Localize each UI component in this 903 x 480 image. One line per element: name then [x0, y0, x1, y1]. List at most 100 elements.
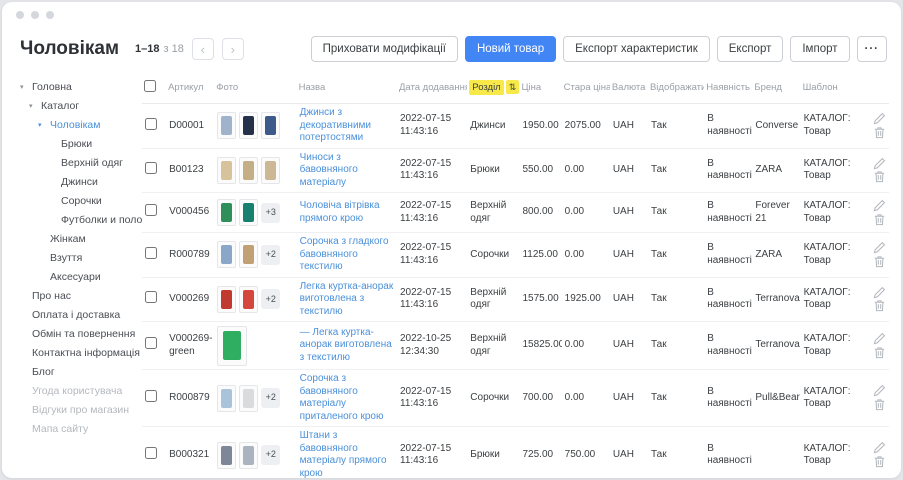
sidebar-item-label: Каталог — [41, 97, 79, 116]
sidebar-item[interactable]: Сорочки — [20, 192, 142, 211]
column-header[interactable]: Відображати — [648, 72, 704, 104]
sidebar-item[interactable]: Мапа сайту — [20, 420, 142, 439]
export-button[interactable]: Експорт — [717, 36, 784, 62]
sidebar-item[interactable]: ▾ Чоловікам — [20, 116, 142, 135]
row-checkbox[interactable] — [145, 390, 157, 402]
availability-value: В наявності — [707, 158, 752, 182]
more-photos-badge[interactable]: +2 — [261, 289, 280, 309]
sidebar-item-label: Жінкам — [50, 230, 86, 249]
window-dot — [31, 11, 39, 19]
trash-icon — [873, 170, 886, 183]
delete-button[interactable] — [873, 213, 886, 226]
edit-button[interactable] — [873, 332, 886, 345]
price-value: 1575.00 — [522, 293, 558, 304]
delete-button[interactable] — [873, 170, 886, 183]
sidebar-item[interactable]: Жінкам — [20, 230, 142, 249]
more-actions-button[interactable]: ··· — [857, 36, 888, 62]
delete-button[interactable] — [873, 455, 886, 468]
edit-button[interactable] — [873, 241, 886, 254]
more-photos-badge[interactable]: +2 — [261, 445, 280, 465]
product-photo — [217, 326, 247, 366]
old-price-value: 0.00 — [565, 164, 584, 175]
sidebar-item[interactable]: ▾ Каталог — [20, 97, 142, 116]
row-checkbox[interactable] — [145, 204, 157, 216]
delete-button[interactable] — [873, 299, 886, 312]
sidebar-item[interactable]: Взуття — [20, 249, 142, 268]
more-photos-badge[interactable]: +3 — [261, 203, 280, 223]
currency-value: UAH — [613, 339, 634, 350]
button-label: Приховати модифікації — [323, 43, 446, 55]
column-header[interactable]: Стара ціна — [562, 72, 610, 104]
display-value: Так — [651, 164, 667, 175]
sidebar-item[interactable]: ▾ Головна — [20, 78, 142, 97]
sort-icon[interactable]: ⇅ — [506, 80, 520, 94]
product-name-link[interactable]: Джинси з декоративними потертостями — [300, 107, 394, 145]
select-all-checkbox[interactable] — [144, 80, 156, 92]
product-name-link[interactable]: — Легка куртка-анорак виготовлена з текс… — [300, 327, 394, 365]
edit-button[interactable] — [873, 199, 886, 212]
sidebar-item[interactable]: Аксесуари — [20, 268, 142, 287]
product-name-link[interactable]: Чиноси з бавовняного матеріалу — [300, 152, 394, 190]
sidebar-item[interactable]: Джинси — [20, 173, 142, 192]
product-name-link[interactable]: Легка куртка-анорак виготовлена з тексти… — [300, 281, 394, 319]
delete-button[interactable] — [873, 398, 886, 411]
delete-button[interactable] — [873, 346, 886, 359]
pencil-icon — [873, 241, 886, 254]
sidebar-item[interactable]: Оплата і доставка — [20, 306, 142, 325]
product-photo — [217, 199, 236, 226]
row-checkbox[interactable] — [145, 118, 157, 130]
sidebar-item[interactable]: Про нас — [20, 287, 142, 306]
old-price-value: 0.00 — [565, 206, 584, 217]
column-header[interactable]: Валюта — [610, 72, 648, 104]
product-name-link[interactable]: Штани з бавовняного матеріалу прямого кр… — [300, 430, 394, 478]
edit-button[interactable] — [873, 441, 886, 454]
sidebar-item[interactable]: Блог — [20, 363, 142, 382]
column-header[interactable]: Ціна — [519, 72, 561, 104]
column-header[interactable]: Розділ⇅ — [467, 72, 519, 104]
row-checkbox[interactable] — [145, 447, 157, 459]
table-row: V000269 +2 Легка куртка-анорак виготовле… — [142, 277, 889, 322]
template-value: КАТАЛОГ: Товар — [804, 287, 851, 311]
edit-button[interactable] — [873, 286, 886, 299]
pencil-icon — [873, 286, 886, 299]
more-photos-badge[interactable]: +2 — [261, 245, 280, 265]
column-header[interactable]: Назва — [297, 72, 397, 104]
old-price-value: 750.00 — [565, 449, 596, 460]
row-checkbox[interactable] — [145, 337, 157, 349]
delete-button[interactable] — [873, 255, 886, 268]
row-checkbox[interactable] — [145, 247, 157, 259]
sidebar-item[interactable]: Брюки — [20, 135, 142, 154]
sidebar-item[interactable]: Обмін та повернення — [20, 325, 142, 344]
sidebar-item[interactable]: Футболки и поло — [20, 211, 142, 230]
column-header[interactable]: Наявність — [704, 72, 752, 104]
row-checkbox[interactable] — [145, 162, 157, 174]
column-header[interactable]: Бренд — [752, 72, 800, 104]
photo-cell — [217, 326, 293, 366]
next-page-button[interactable]: › — [222, 38, 244, 60]
edit-button[interactable] — [873, 384, 886, 397]
edit-button[interactable] — [873, 157, 886, 170]
delete-button[interactable] — [873, 126, 886, 139]
prev-page-button[interactable]: ‹ — [192, 38, 214, 60]
edit-button[interactable] — [873, 112, 886, 125]
column-header[interactable]: Шаблон — [801, 72, 851, 104]
import-button[interactable]: Імпорт — [790, 36, 849, 62]
sidebar-item[interactable]: Верхній одяг — [20, 154, 142, 173]
row-checkbox[interactable] — [145, 291, 157, 303]
export-characteristics-button[interactable]: Експорт характеристик — [563, 36, 710, 62]
product-name-link[interactable]: Чоловіча вітрівка прямого крою — [300, 200, 394, 225]
section-value: Верхній одяг — [470, 333, 506, 357]
column-header[interactable]: Дата додавання — [397, 72, 467, 104]
sidebar-item-label: Брюки — [61, 135, 92, 154]
sidebar-item[interactable]: Контактна інформація — [20, 344, 142, 363]
product-name-link[interactable]: Сорочка з бавовняного матеріалу притален… — [300, 373, 394, 423]
new-product-button[interactable]: Новий товар — [465, 36, 556, 62]
sidebar-item[interactable]: Угода користувача — [20, 382, 142, 401]
more-photos-badge[interactable]: +2 — [261, 388, 280, 408]
hide-modifications-button[interactable]: Приховати модифікації — [311, 36, 458, 62]
display-value: Так — [651, 120, 667, 131]
column-header[interactable]: Фото — [214, 72, 296, 104]
sidebar-item[interactable]: Відгуки про магазин — [20, 401, 142, 420]
product-name-link[interactable]: Сорочка з гладкого бавовняного текстилю — [300, 236, 394, 274]
column-header[interactable]: Артикул — [166, 72, 214, 104]
